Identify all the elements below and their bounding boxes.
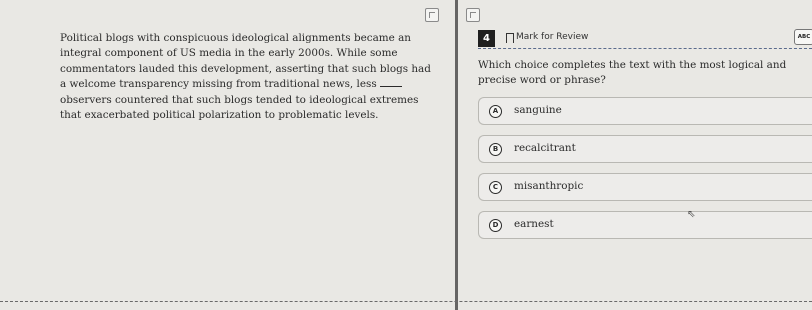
choice-c[interactable]: C misanthropic [478, 173, 812, 201]
eliminator-toggle-button[interactable]: ABC [794, 29, 812, 45]
choice-letter-a: A [489, 105, 502, 118]
passage-before-blank: Political blogs with conspicuous ideolog… [60, 32, 431, 91]
choice-b[interactable]: B recalcitrant [478, 135, 812, 163]
choice-text-d: earnest [514, 218, 554, 230]
passage-after-blank: observers countered that such blogs tend… [60, 93, 419, 122]
top-toolbar [0, 0, 812, 28]
annotate-icon[interactable] [425, 8, 439, 22]
question-prompt: Which choice completes the text with the… [478, 59, 787, 87]
question-number: 4 [478, 30, 495, 47]
choice-d[interactable]: D earnest [478, 211, 812, 239]
mouse-cursor-icon: ⇖ [687, 209, 696, 220]
bookmark-icon[interactable] [506, 33, 514, 47]
choice-letter-d: D [489, 219, 502, 232]
question-header: 4 Mark for Review ABC [478, 28, 812, 49]
mark-for-review-button[interactable]: Mark for Review [516, 32, 588, 42]
choice-letter-b: B [489, 143, 502, 156]
passage-blank [380, 77, 402, 88]
reference-icon[interactable] [466, 8, 480, 22]
choice-text-a: sanguine [514, 104, 562, 116]
passage-text: Political blogs with conspicuous ideolog… [60, 31, 432, 123]
choice-a[interactable]: A sanguine [478, 97, 812, 125]
bottom-divider [0, 301, 812, 302]
choice-letter-c: C [489, 181, 502, 194]
choice-text-c: misanthropic [514, 180, 584, 192]
choice-text-b: recalcitrant [514, 142, 576, 154]
pane-divider[interactable] [455, 0, 458, 310]
